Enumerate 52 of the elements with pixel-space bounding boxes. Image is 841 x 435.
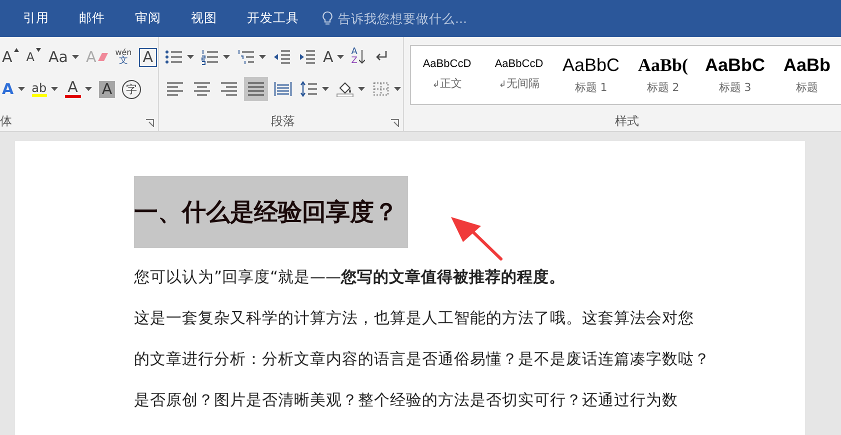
- right-icon: [220, 81, 238, 97]
- outdent-icon: [273, 49, 291, 65]
- change-case-button[interactable]: Aa: [46, 45, 81, 69]
- grow-font-button[interactable]: A: [0, 45, 22, 69]
- eraser-icon: [98, 53, 108, 61]
- style-option[interactable]: AaBbCcD ↲无间隔: [483, 46, 555, 104]
- ribbon-tab[interactable]: 视图: [176, 0, 232, 37]
- center-icon: [193, 81, 211, 97]
- font-color-button[interactable]: A: [62, 77, 94, 101]
- sort-button[interactable]: A Z: [349, 45, 368, 69]
- style-option[interactable]: AaBb( 标题 2: [627, 46, 699, 104]
- style-option[interactable]: AaBbC 标题 1: [555, 46, 627, 104]
- tell-me-field[interactable]: 告诉我您想要做什么...: [322, 11, 518, 26]
- left-icon: [166, 81, 184, 97]
- paragraph-line: 的文章进行分析：分析文章内容的语言是否通俗易懂？是不是废话连篇凑字数哒？: [134, 349, 711, 370]
- asian-layout-button[interactable]: A: [321, 45, 346, 69]
- ribbon-tab[interactable]: 引用: [8, 0, 64, 37]
- text-effects-button[interactable]: A: [0, 77, 27, 101]
- caret-up-icon: [14, 48, 20, 52]
- fill-icon: [336, 81, 354, 97]
- lightbulb-icon: [322, 11, 333, 26]
- multilevel-icon: [237, 49, 255, 65]
- down-arrow-icon: [359, 50, 366, 64]
- caret-down-icon: [36, 48, 42, 52]
- numbering-icon: [201, 49, 219, 65]
- paragraph-line: 您可以认为”回享度“就是——您写的文章值得被推荐的程度。: [134, 267, 566, 288]
- ribbon-tab[interactable]: 审阅: [120, 0, 176, 37]
- document-heading: 一、什么是经验回享度？: [134, 176, 408, 248]
- style-option[interactable]: AaBbCcD ↲正文: [411, 46, 483, 104]
- enclose-character-button[interactable]: 字: [120, 77, 144, 101]
- group-label: 体: [0, 112, 12, 130]
- highlight-button[interactable]: ab: [30, 77, 60, 101]
- bullets-icon: [165, 49, 183, 65]
- paragraph-line: 是否原创？图片是否清晰美观？整个经验的方法是否切实可行？还通过行为数: [134, 390, 679, 411]
- dialog-launcher-icon[interactable]: [146, 119, 154, 127]
- style-option[interactable]: AaBbC 标题 3: [699, 46, 771, 104]
- shrink-font-button[interactable]: A: [24, 45, 44, 69]
- phonetic-guide-button[interactable]: wén 文: [113, 45, 134, 69]
- justify-button[interactable]: [244, 77, 268, 101]
- style-option[interactable]: AaBb 标题: [771, 46, 841, 104]
- group-label: 段落: [271, 112, 295, 130]
- spacing-icon: [300, 81, 318, 97]
- group-label: 样式: [615, 112, 639, 130]
- paragraph-line: 这是一套复杂又科学的计算方法，也算是人工智能的方法了哦。这套算法会对您: [134, 308, 695, 329]
- indent-icon: [298, 49, 316, 65]
- dialog-launcher-icon[interactable]: [391, 119, 399, 127]
- borders-icon: [372, 81, 390, 97]
- distributed-icon: [274, 81, 292, 97]
- character-border-button[interactable]: A: [136, 45, 160, 69]
- ribbon-tab[interactable]: 邮件: [64, 0, 120, 37]
- justify-icon: [247, 81, 265, 97]
- ribbon-tab[interactable]: 开发工具: [232, 0, 314, 37]
